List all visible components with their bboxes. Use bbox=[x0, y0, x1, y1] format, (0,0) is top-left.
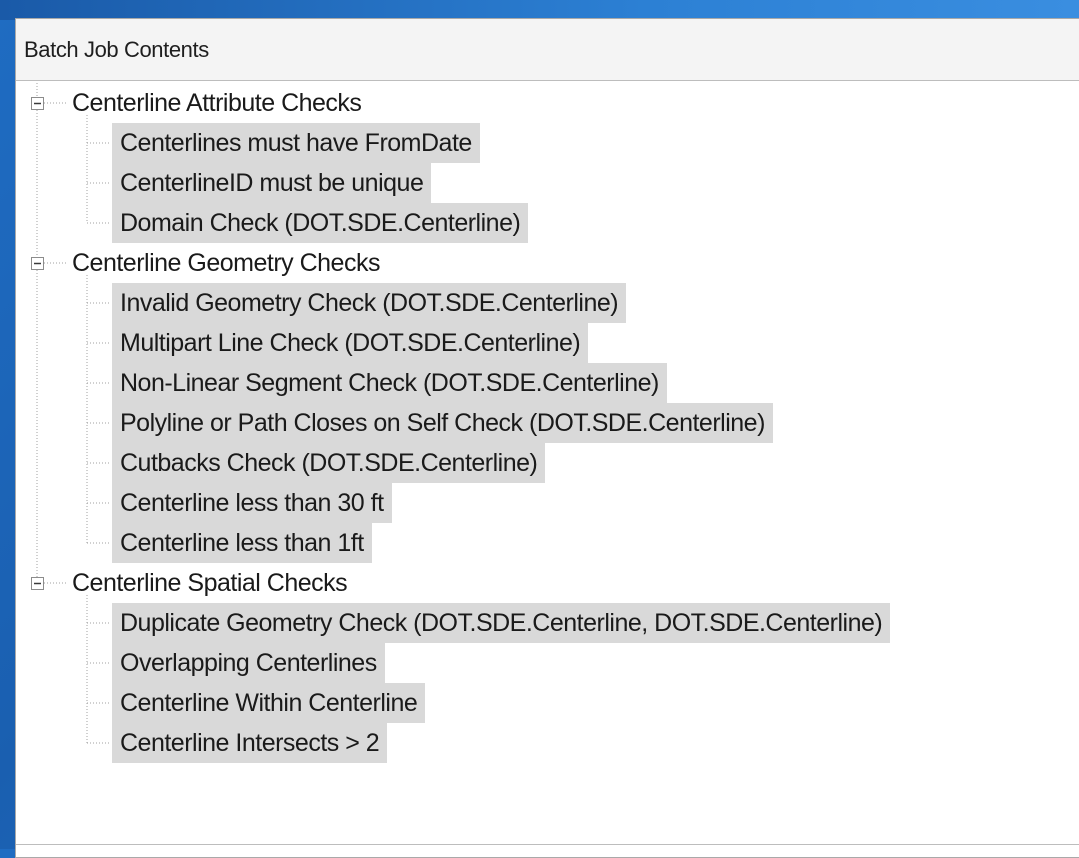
tree-item-label: Invalid Geometry Check (DOT.SDE.Centerli… bbox=[112, 283, 627, 323]
tree-item-row[interactable]: Centerline less than 30 ft bbox=[112, 483, 392, 523]
tree-item-label: Centerlines must have FromDate bbox=[112, 123, 480, 163]
collapse-icon[interactable] bbox=[31, 97, 44, 110]
tree-group-label: Centerline Attribute Checks bbox=[72, 89, 362, 117]
tree-item-label: Domain Check (DOT.SDE.Centerline) bbox=[112, 203, 529, 243]
tree-item-label: Multipart Line Check (DOT.SDE.Centerline… bbox=[112, 323, 589, 363]
tree-item-row[interactable]: Cutbacks Check (DOT.SDE.Centerline) bbox=[112, 443, 546, 483]
tree-group-label: Centerline Spatial Checks bbox=[72, 569, 348, 597]
collapse-icon[interactable] bbox=[31, 257, 44, 270]
tree-item-label: Overlapping Centerlines bbox=[112, 643, 385, 683]
tree-item-row[interactable]: Multipart Line Check (DOT.SDE.Centerline… bbox=[112, 323, 589, 363]
tree-item-row[interactable]: Invalid Geometry Check (DOT.SDE.Centerli… bbox=[112, 283, 627, 323]
tree-item-row[interactable]: Centerline Within Centerline bbox=[112, 683, 426, 723]
tree-item-label: Centerline less than 1ft bbox=[112, 523, 372, 563]
tree-item-row[interactable]: CenterlineID must be unique bbox=[112, 163, 432, 203]
collapse-icon[interactable] bbox=[31, 577, 44, 590]
batch-job-panel: Batch Job Contents Centerline Attribute … bbox=[15, 18, 1079, 858]
tree-group-label: Centerline Geometry Checks bbox=[72, 249, 380, 277]
panel-bottom-divider bbox=[16, 844, 1079, 845]
tree-item-row[interactable]: Non-Linear Segment Check (DOT.SDE.Center… bbox=[112, 363, 667, 403]
tree-group-row[interactable]: Centerline Attribute Checks bbox=[70, 83, 363, 123]
tree-item-row[interactable]: Duplicate Geometry Check (DOT.SDE.Center… bbox=[112, 603, 891, 643]
tree-item-row[interactable]: Domain Check (DOT.SDE.Centerline) bbox=[112, 203, 529, 243]
tree-group-row[interactable]: Centerline Geometry Checks bbox=[70, 243, 382, 283]
tree-item-label: Polyline or Path Closes on Self Check (D… bbox=[112, 403, 773, 443]
tree-item-row[interactable]: Centerline Intersects > 2 bbox=[112, 723, 388, 763]
tree-item-row[interactable]: Centerline less than 1ft bbox=[112, 523, 372, 563]
tree-item-label: CenterlineID must be unique bbox=[112, 163, 432, 203]
tree-item-row[interactable]: Centerlines must have FromDate bbox=[112, 123, 480, 163]
panel-title: Batch Job Contents bbox=[16, 19, 1079, 81]
tree-item-row[interactable]: Overlapping Centerlines bbox=[112, 643, 385, 683]
tree-group-row[interactable]: Centerline Spatial Checks bbox=[70, 563, 349, 603]
tree-item-row[interactable]: Polyline or Path Closes on Self Check (D… bbox=[112, 403, 773, 443]
tree-item-label: Centerline Intersects > 2 bbox=[112, 723, 388, 763]
tree-item-label: Cutbacks Check (DOT.SDE.Centerline) bbox=[112, 443, 546, 483]
tree-item-label: Duplicate Geometry Check (DOT.SDE.Center… bbox=[112, 603, 891, 643]
background-band bbox=[0, 0, 1079, 20]
tree-item-label: Non-Linear Segment Check (DOT.SDE.Center… bbox=[112, 363, 667, 403]
tree-item-label: Centerline less than 30 ft bbox=[112, 483, 392, 523]
tree-item-label: Centerline Within Centerline bbox=[112, 683, 426, 723]
